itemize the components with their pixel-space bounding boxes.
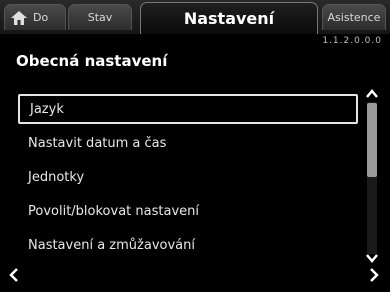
tab-home[interactable]: Do: [4, 4, 66, 30]
tab-bar: Do Stav Nastavení Asistence: [0, 0, 390, 34]
page-title: Obecná nastavení: [16, 52, 168, 70]
menu-number: 1.1.2.0.0.0: [322, 36, 382, 46]
scrollbar-thumb[interactable]: [367, 103, 377, 177]
list-item-label: Nastavení a zmůžavování: [28, 237, 195, 253]
tab-settings-label: Nastavení: [183, 9, 275, 28]
list-item-date-time[interactable]: Nastavit datum a čas: [18, 128, 362, 158]
tab-status[interactable]: Stav: [68, 4, 132, 30]
list-item-language[interactable]: Jazyk: [18, 94, 358, 124]
chevron-down-icon[interactable]: [365, 250, 379, 264]
tab-home-label: Do: [33, 11, 49, 24]
house-icon: [11, 10, 27, 25]
tab-assist-label: Asistence: [327, 11, 381, 24]
screen: Do Stav Nastavení Asistence 1.1.2.0.0.0 …: [0, 0, 390, 292]
chevron-right-icon[interactable]: [366, 266, 382, 284]
chevron-up-icon[interactable]: [365, 86, 379, 100]
tab-settings[interactable]: Nastavení: [140, 2, 318, 34]
list-item-settings-save[interactable]: Nastavení a zmůžavování: [18, 230, 362, 260]
list-item-label: Nastavit datum a čas: [28, 135, 167, 151]
list-item-units[interactable]: Jednotky: [18, 162, 362, 192]
list-item-label: Povolit/blokovat nastavení: [28, 203, 199, 219]
settings-list: Jazyk Nastavit datum a čas Jednotky Povo…: [18, 94, 362, 264]
tab-status-label: Stav: [87, 11, 113, 24]
list-item-label: Jazyk: [30, 101, 64, 117]
list-item-lock-settings[interactable]: Povolit/blokovat nastavení: [18, 196, 362, 226]
chevron-left-icon[interactable]: [6, 266, 22, 284]
list-item-label: Jednotky: [28, 169, 85, 185]
tab-assist[interactable]: Asistence: [322, 4, 386, 30]
